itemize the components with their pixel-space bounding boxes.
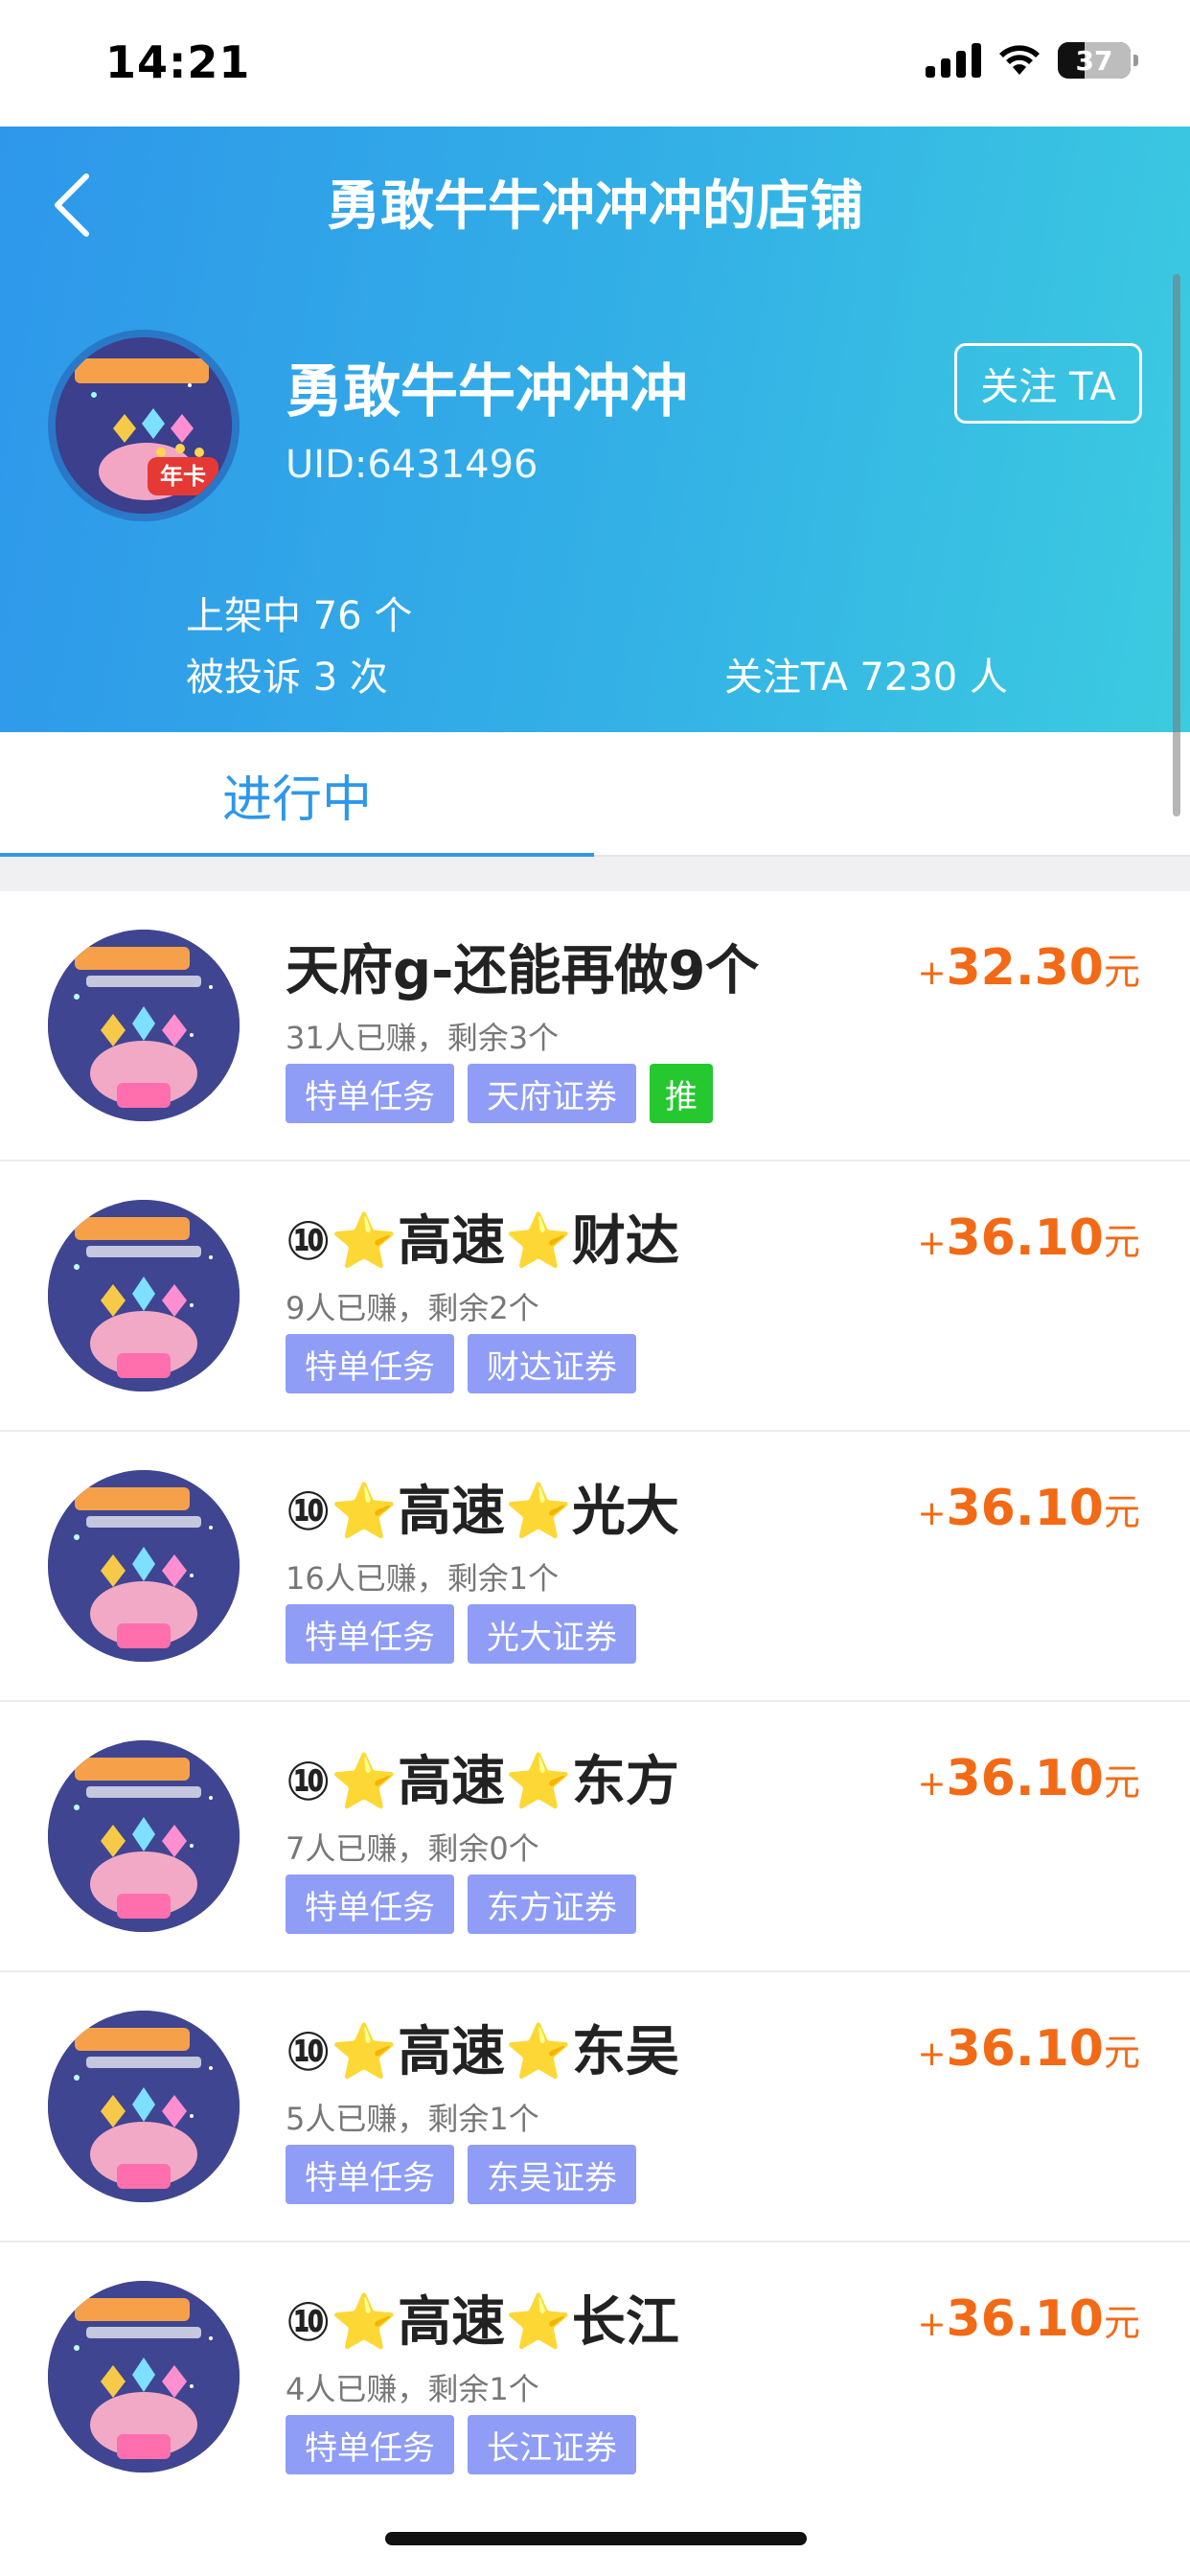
status-time: 14:21 [105,36,251,88]
task-tag: 特单任务 [286,2415,454,2474]
home-indicator[interactable] [385,2532,807,2545]
battery-level-text: 37 [1075,44,1113,77]
stat-complaints: 被投诉 3 次 [186,656,388,700]
stat-followers: 关注TA 7230 人 [724,656,1008,700]
task-avatar [48,1200,240,1392]
task-tag: 天府证券 [468,1064,636,1123]
task-title: ⑩⭐高速⭐东吴 [286,2021,679,2083]
task-tags: 特单任务 财达证券 [286,1334,636,1393]
price-amount: 32.30 [946,939,1104,997]
task-tag: 特单任务 [286,1334,454,1393]
cellular-signal-icon [926,43,981,78]
price-amount: 36.10 [946,1480,1104,1537]
task-avatar [48,2281,240,2472]
task-title: ⑩⭐高速⭐东方 [286,1751,679,1813]
price-plus-sign: + [917,1224,947,1263]
task-price: +36.10元 [917,2020,1140,2078]
task-tags: 特单任务 东吴证券 [286,2145,636,2204]
task-progress: 7人已赚，剩余0个 [286,1830,539,1867]
stat-on-shelf: 上架中 76 个 [186,594,413,638]
task-tags: 特单任务 天府证券推 [286,1064,713,1123]
task-price: +32.30元 [917,939,1140,997]
price-unit: 元 [1103,1761,1140,1804]
price-plus-sign: + [917,2035,947,2074]
task-tag: 东方证券 [468,1874,636,1934]
task-tags: 特单任务 东方证券 [286,1874,636,1934]
price-unit: 元 [1103,1221,1140,1263]
task-tags: 特单任务 光大证券 [286,1604,636,1664]
scrollbar[interactable] [1173,274,1180,816]
status-bar: 14:21 37 [0,0,1190,126]
task-price: +36.10元 [917,2290,1140,2348]
task-progress: 9人已赚，剩余2个 [286,1290,539,1326]
avatar-image: 年卡 [56,337,232,514]
task-tag: 财达证券 [468,1334,636,1393]
task-tag: 特单任务 [286,2145,454,2204]
price-unit: 元 [1103,2032,1140,2074]
section-gap [0,857,1190,891]
task-title: 天府g-还能再做9个 [286,940,760,1002]
price-unit: 元 [1103,2302,1140,2344]
task-tag: 光大证券 [468,1604,636,1664]
task-price: +36.10元 [917,1750,1140,1807]
task-tag: 东吴证券 [468,2145,636,2204]
task-item[interactable]: ⑩⭐高速⭐长江 4人已赚，剩余1个特单任务 长江证券 +36.10元 [0,2242,1190,2513]
tab-bar: 进行中 [0,732,1190,857]
task-avatar [48,2011,240,2202]
task-avatar [48,1470,240,1662]
status-icons: 37 [926,42,1138,79]
task-avatar [48,930,240,1121]
task-avatar [48,1740,240,1932]
task-tag: 特单任务 [286,1604,454,1664]
task-price: +36.10元 [917,1209,1140,1267]
task-tag: 特单任务 [286,1874,454,1934]
task-item[interactable]: ⑩⭐高速⭐东吴 5人已赚，剩余1个特单任务 东吴证券 +36.10元 [0,1972,1190,2242]
tab-in-progress[interactable]: 进行中 [0,732,594,857]
home-area [0,2478,1190,2576]
page-title: 勇敢牛牛冲冲冲的店铺 [327,175,863,238]
task-progress: 31人已赚，剩余3个 [286,1020,560,1056]
shop-header: 勇敢牛牛冲冲冲的店铺 年卡 勇敢牛牛冲冲冲 UID:6431496 关注 TA … [0,126,1190,732]
price-plus-sign: + [917,954,947,993]
price-plus-sign: + [917,1494,947,1533]
task-tag: 长江证券 [468,2415,636,2474]
task-item[interactable]: ⑩⭐高速⭐东方 7人已赚，剩余0个特单任务 东方证券 +36.10元 [0,1702,1190,1972]
task-item[interactable]: ⑩⭐高速⭐财达 9人已赚，剩余2个特单任务 财达证券 +36.10元 [0,1162,1190,1432]
shop-name: 勇敢牛牛冲冲冲 [286,358,688,426]
task-list: 天府g-还能再做9个 31人已赚，剩余3个 特单任务 天府证券推 +32.30元 ⑩⭐高速… [0,891,1190,2513]
task-tag: 特单任务 [286,1064,454,1123]
task-price: +36.10元 [917,1480,1140,1537]
task-item[interactable]: ⑩⭐高速⭐光大 16人已赚，剩余1个特单任务 光大证券 +36.10元 [0,1432,1190,1702]
wifi-icon [999,45,1040,75]
battery-icon: 37 [1058,42,1138,79]
task-tags: 特单任务 长江证券 [286,2415,636,2474]
task-title: ⑩⭐高速⭐长江 [286,2291,679,2354]
task-progress: 16人已赚，剩余1个 [286,1560,560,1597]
price-plus-sign: + [917,1764,947,1804]
task-title: ⑩⭐高速⭐财达 [286,1210,679,1273]
price-unit: 元 [1103,951,1140,993]
task-progress: 4人已赚，剩余1个 [286,2371,539,2407]
shop-uid: UID:6431496 [286,443,538,487]
follow-button[interactable]: 关注 TA [954,343,1142,424]
price-plus-sign: + [917,2305,947,2344]
price-amount: 36.10 [946,1750,1104,1807]
price-amount: 36.10 [946,2290,1104,2348]
price-amount: 36.10 [946,1209,1104,1267]
recommend-badge: 推 [650,1064,713,1123]
price-amount: 36.10 [946,2020,1104,2078]
shop-avatar[interactable]: 年卡 [48,330,240,521]
price-unit: 元 [1103,1491,1140,1533]
task-title: ⑩⭐高速⭐光大 [286,1481,679,1543]
task-progress: 5人已赚，剩余1个 [286,2101,539,2137]
task-item[interactable]: 天府g-还能再做9个 31人已赚，剩余3个特单任务 天府证券推 +32.30元 [0,891,1190,1162]
avatar-badge-text: 年卡 [160,463,206,490]
